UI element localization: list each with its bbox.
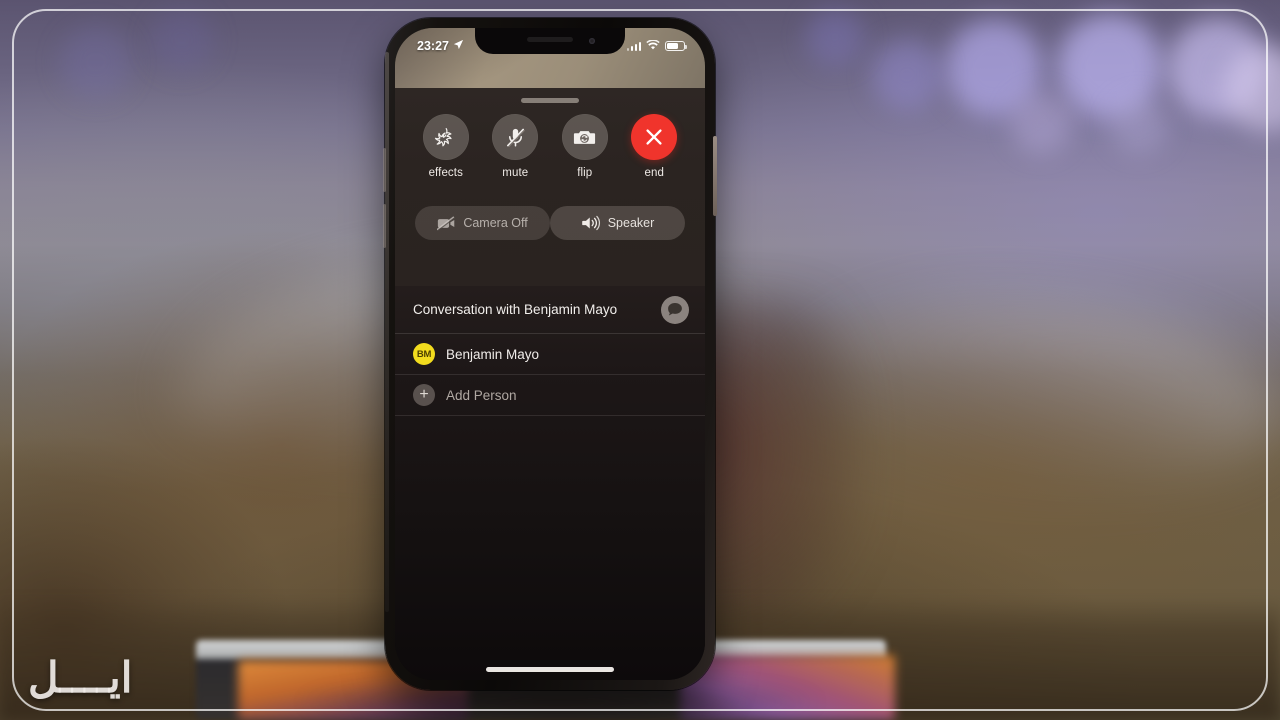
flip-camera-button[interactable]: flip [554,114,616,179]
bokeh-circle [1110,96,1168,154]
status-bar-right [626,39,687,53]
device-left-rail [385,52,389,612]
participant-name: Benjamin Mayo [446,346,540,362]
bokeh-circle [1010,92,1072,154]
call-control-buttons: effects mute flip end [395,114,705,179]
facetime-controls-panel: effects mute flip end Camera Off Speaker [395,88,705,286]
bokeh-circle [872,40,942,110]
iphone-device: 23:27 effects mute flip end Camera Off S… [383,18,717,690]
effects-button-label: effects [428,167,463,179]
mute-button-circle[interactable] [492,114,539,160]
message-button[interactable] [661,295,689,324]
effects-button-circle[interactable] [422,114,469,160]
phone-screen: 23:27 effects mute flip end Camera Off S… [395,28,705,680]
end-call-button-circle[interactable] [631,114,678,160]
location-arrow-icon [453,39,464,53]
avatar: BM [413,343,435,365]
bokeh-circle [150,8,214,72]
participant-row[interactable]: BM Benjamin Mayo [395,334,705,375]
flip-camera-button-label: flip [577,167,593,179]
home-indicator[interactable] [486,667,614,672]
speaker-waves-icon [581,215,600,231]
mute-button-label: mute [502,167,529,179]
cellular-signal-icon [626,41,641,51]
add-person-label: Add Person [446,387,517,403]
close-x-icon [646,129,662,145]
chat-bubble-icon [668,303,682,316]
volume-up-button[interactable] [383,148,386,192]
speaker-button[interactable]: Speaker [550,206,685,240]
star-effects-icon [434,127,452,147]
status-bar: 23:27 [395,28,705,58]
status-bar-time: 23:27 [417,39,449,53]
add-person-row[interactable]: + Add Person [395,375,705,416]
video-slash-icon [437,216,456,231]
end-call-button-label: end [644,167,664,179]
microphone-slash-icon [506,128,525,147]
bokeh-circle [60,26,132,98]
panel-drag-handle[interactable] [521,98,579,103]
volume-down-button[interactable] [383,204,386,248]
end-call-button[interactable]: end [623,114,685,179]
speaker-button-label: Speaker [607,216,655,230]
battery-icon [665,41,687,51]
status-bar-left: 23:27 [417,39,464,53]
conversation-title: Conversation with Benjamin Mayo [413,302,618,317]
mute-button[interactable]: mute [484,114,546,179]
bokeh-circle [806,8,864,66]
plus-icon: + [413,384,435,406]
box-shadow [300,690,820,720]
camera-off-button-label: Camera Off [463,216,528,230]
effects-button[interactable]: effects [415,114,477,179]
conversation-panel: Conversation with Benjamin Mayo BM Benja… [395,286,705,680]
camera-off-button[interactable]: Camera Off [415,206,550,240]
conversation-header: Conversation with Benjamin Mayo [395,286,705,334]
flip-camera-button-circle[interactable] [561,114,608,160]
wifi-icon [646,39,660,53]
side-power-button[interactable] [713,136,717,216]
camera-flip-icon [574,130,596,144]
watermark-text: ایــــل [28,654,133,701]
call-toggle-pills: Camera Off Speaker [395,206,705,240]
